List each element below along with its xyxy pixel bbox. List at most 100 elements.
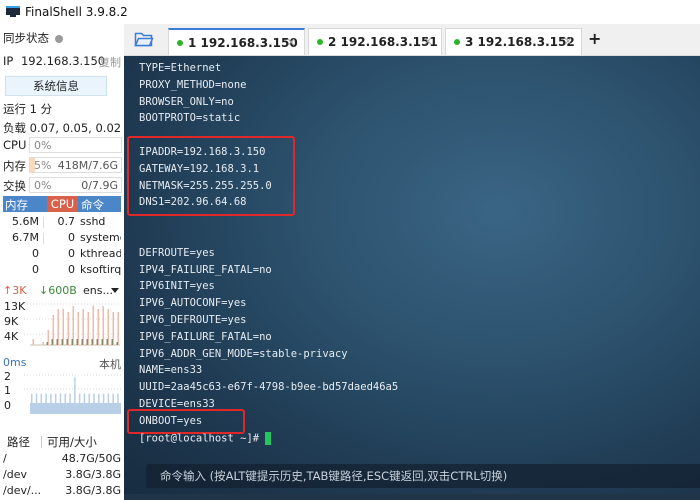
disk-available-header[interactable]: 可用/大小 [47, 434, 97, 450]
process-memory: 5.6M [12, 215, 39, 228]
ping-bar [45, 393, 47, 410]
download-bar [111, 339, 113, 345]
terminal-line: BOOTPROTO=static [139, 112, 241, 125]
column-divider [41, 436, 42, 448]
process-cpu: 0 [68, 231, 75, 244]
title-bar: FinalShell 3.9.8.2 [0, 0, 700, 24]
folder-icon[interactable] [134, 31, 154, 47]
ip-value: 192.168.3.150 [20, 54, 106, 68]
ping-bar [40, 393, 43, 410]
process-cpu: 0 [68, 247, 75, 260]
memory-percent: 5% [34, 159, 52, 172]
close-tab-icon[interactable]: × [423, 34, 433, 48]
sort-by-memory-header[interactable]: 内存 [5, 197, 28, 213]
ping-chart: 2 1 0 [0, 370, 122, 416]
network-chart: 13K 9K 4K [0, 300, 122, 346]
tab-session-2[interactable]: 2 192.168.3.151 × [308, 28, 442, 55]
terminal-line: NAME=ens33 [139, 364, 203, 377]
terminal-line: IPV6INIT=yes [139, 280, 215, 293]
download-bar [96, 339, 98, 345]
dropdown-caret-icon[interactable] [111, 288, 119, 293]
swap-label: 交换 [3, 179, 26, 193]
process-row[interactable]: 5.6M 0.7 sshd [3, 214, 121, 230]
download-bar [116, 342, 118, 345]
terminal-line: IPV6_FAILURE_FATAL=no [139, 330, 272, 343]
cpu-bar: 0% [29, 137, 122, 153]
sort-by-command-header[interactable]: 命令 [81, 197, 104, 213]
copy-ip-link[interactable]: 复制 [99, 54, 121, 70]
tab-session-3[interactable]: 3 192.168.3.152 × [445, 28, 582, 55]
process-row[interactable]: 0 0 kthreadd [3, 246, 121, 262]
onboot-highlight [127, 409, 245, 434]
ping-bar [31, 393, 33, 410]
process-row[interactable]: 6.7M 0 systemd [3, 230, 121, 246]
system-info-button[interactable]: 系统信息 [5, 76, 107, 96]
terminal-line: PROXY_METHOD=none [139, 78, 247, 91]
terminal-line: IPV6_AUTOCONF=yes [139, 297, 247, 310]
uptime: 运行 1 分 [3, 102, 53, 116]
download-bar [86, 339, 88, 345]
download-bar [46, 342, 48, 345]
terminal-bottom-strip [124, 494, 700, 500]
disk-row[interactable]: /dev/... 3.8G/3.8G [3, 483, 121, 499]
process-memory: 0 [32, 263, 39, 276]
tab-session-1[interactable]: 1 192.168.3.150 × [168, 28, 305, 55]
sync-status: 同步状态 [3, 30, 63, 46]
ping-bar [50, 393, 52, 410]
swap-bar: 0% 0/7.9G [29, 177, 122, 193]
disk-row[interactable]: /dev 3.8G/3.8G [3, 467, 121, 483]
app-title: FinalShell 3.9.8.2 [25, 5, 128, 19]
network-interface-select[interactable]: ens... [83, 284, 113, 297]
download-bar [51, 339, 53, 345]
close-tab-icon[interactable]: × [286, 35, 296, 49]
ping-chart-plot [24, 374, 121, 414]
disk-available: 3.8G/3.8G [65, 468, 121, 481]
ping-header: 0ms 本机 [3, 356, 121, 371]
ping-bar [78, 393, 81, 410]
download-bar [101, 339, 103, 345]
sync-status-label: 同步状态 [3, 31, 49, 45]
process-memory: 6.7M [12, 231, 39, 244]
network-chart-plot [24, 303, 120, 346]
ping-bar [88, 393, 90, 410]
disk-row[interactable]: / 48.7G/50G [3, 451, 121, 467]
download-speed: ↓600B [39, 284, 77, 297]
sort-by-cpu-header[interactable]: CPU [47, 196, 78, 212]
command-input-hint: 命令输入 (按ALT键提示历史,TAB键路径,ESC键返回,双击CTRL切换) [160, 469, 508, 483]
memory-bar: 5% 418M/7.6G [29, 157, 122, 173]
upload-bar [117, 312, 119, 345]
process-command: kthreadd [80, 247, 121, 260]
download-bar [71, 339, 73, 345]
upload-speed: ↑3K [3, 284, 27, 297]
app-logo-icon [6, 6, 20, 18]
terminal-line: DEFROUTE=yes [139, 246, 215, 259]
sidebar: 同步状态 IP 192.168.3.150 复制 系统信息 运行 1 分 负载 … [0, 24, 124, 500]
swap-percent: 0% [34, 179, 52, 192]
disk-path-header[interactable]: 路径 [7, 434, 30, 450]
disk-available: 3.8G/3.8G [65, 484, 121, 497]
connected-status-icon [177, 39, 183, 46]
network-header: ↑3K ↓600B ens... [3, 284, 121, 298]
download-bar [81, 339, 83, 345]
cpu-percent: 0% [34, 139, 52, 152]
add-tab-icon[interactable]: + [588, 29, 601, 48]
process-cpu: 0 [68, 263, 75, 276]
process-row[interactable]: 0 0 ksoftirqd [3, 262, 121, 278]
cpu-meter: CPU 0% [3, 137, 122, 153]
process-cpu: 0.7 [57, 215, 76, 228]
ping-bar [74, 377, 76, 410]
command-input-bar[interactable]: 命令输入 (按ALT键提示历史,TAB键路径,ESC键返回,双击CTRL切换) [146, 464, 700, 488]
download-bar [61, 339, 63, 345]
ping-bar [107, 393, 110, 410]
process-memory: 0 [32, 247, 39, 260]
network-config-highlight [127, 136, 295, 216]
ping-bar [35, 393, 38, 410]
ping-bar [102, 393, 105, 410]
memory-value: 418M/7.6G [57, 159, 118, 172]
terminal[interactable]: TYPE=Ethernet PROXY_METHOD=none BROWSER_ON… [124, 56, 700, 500]
close-tab-icon[interactable]: × [563, 34, 573, 48]
tab-label: 3 192.168.3.152 [465, 35, 575, 49]
load-average: 负载 0.07, 0.05, 0.02 [3, 121, 122, 135]
upload-bar [42, 342, 44, 345]
disk-available: 48.7G/50G [61, 452, 121, 465]
